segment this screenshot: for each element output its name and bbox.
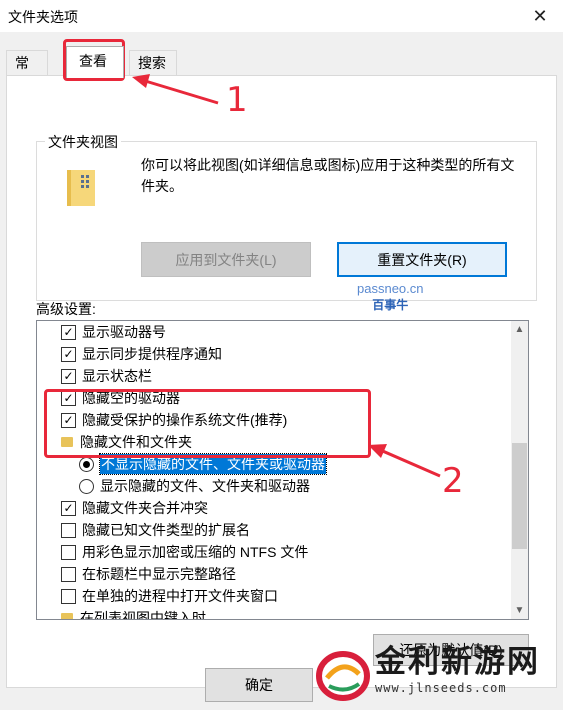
checkbox-checked[interactable]: ✓ (61, 390, 76, 406)
list-item[interactable]: ✓ 显示驱动器号 (61, 321, 528, 343)
folder-icon (61, 613, 73, 619)
title-bar: 文件夹选项 ✕ (0, 0, 563, 32)
logo-url: www.jlnseeds.com (375, 681, 507, 695)
annotation-marker-1: 1 (226, 80, 248, 120)
logo-mark-icon (316, 651, 370, 701)
list-item[interactable]: 在标题栏中显示完整路径 (61, 563, 528, 585)
list-item[interactable]: ✓ 隐藏受保护的操作系统文件(推荐) (61, 409, 528, 431)
list-item[interactable]: ✓ 显示状态栏 (61, 365, 528, 387)
checkbox-unchecked[interactable] (61, 522, 76, 538)
scroll-up-icon[interactable]: ▲ (511, 321, 528, 338)
checkbox-unchecked[interactable] (61, 588, 76, 604)
checkbox-unchecked[interactable] (61, 544, 76, 560)
window-title: 文件夹选项 (8, 9, 78, 25)
close-icon: ✕ (532, 5, 548, 26)
view-tab-panel: 文件夹视图 你可以将此视图(如详细信息或图标)应用于这种类型的所有文件夹。 应用… (6, 75, 557, 688)
checkbox-checked[interactable]: ✓ (61, 324, 76, 340)
folder-views-group: 文件夹视图 你可以将此视图(如详细信息或图标)应用于这种类型的所有文件夹。 应用… (36, 132, 537, 301)
site-logo: 金利新游网 www.jlnseeds.com (315, 638, 563, 710)
reset-folders-button[interactable]: 重置文件夹(R) (337, 242, 507, 277)
watermark: passneo.cn 百事牛 (357, 281, 424, 313)
list-item[interactable]: 隐藏已知文件类型的扩展名 (61, 519, 528, 541)
ok-button[interactable]: 确定 (205, 668, 313, 702)
logo-name: 金利新游网 (375, 644, 540, 680)
folder-icon (61, 437, 73, 447)
scroll-down-icon[interactable]: ▼ (511, 602, 528, 619)
radio-unselected[interactable] (79, 478, 94, 494)
advanced-settings-label: 高级设置: (36, 301, 96, 317)
tab-search[interactable]: 搜索 (129, 50, 177, 77)
tab-view[interactable]: 查看 (66, 46, 124, 78)
folder-views-icon (67, 170, 95, 206)
checkbox-checked[interactable]: ✓ (61, 500, 76, 516)
close-button[interactable]: ✕ (517, 0, 563, 32)
radio-selected[interactable] (79, 456, 94, 472)
checkbox-checked[interactable]: ✓ (61, 346, 76, 362)
apply-to-folders-button[interactable]: 应用到文件夹(L) (141, 242, 311, 277)
list-item[interactable]: 在单独的进程中打开文件夹窗口 (61, 585, 528, 607)
folder-views-description: 你可以将此视图(如详细信息或图标)应用于这种类型的所有文件夹。 (141, 157, 515, 194)
annotation-marker-2: 2 (442, 461, 464, 501)
checkbox-unchecked[interactable] (61, 566, 76, 582)
list-item[interactable]: ✓ 显示同步提供程序通知 (61, 343, 528, 365)
tab-general[interactable]: 常规 (6, 50, 48, 96)
folder-views-title: 文件夹视图 (45, 132, 121, 152)
checkbox-checked[interactable]: ✓ (61, 368, 76, 384)
checkbox-checked[interactable]: ✓ (61, 412, 76, 428)
vertical-scrollbar[interactable]: ▲ ▼ (511, 321, 528, 619)
watermark-cn: 百事牛 (372, 298, 409, 312)
tree-group-list-typing: 在列表视图中键入时 (61, 607, 528, 619)
list-item[interactable]: ✓ 隐藏空的驱动器 (61, 387, 528, 409)
tree-group-hidden-files: 隐藏文件和文件夹 (61, 431, 528, 453)
dialog-body: 常规 查看 搜索 文件夹视图 你可以将此视图(如详细信息或图标)应用于这种类型的… (0, 32, 563, 710)
scrollbar-thumb[interactable] (512, 443, 527, 549)
watermark-latin: passneo.cn (357, 281, 424, 296)
list-item[interactable]: 用彩色显示加密或压缩的 NTFS 文件 (61, 541, 528, 563)
